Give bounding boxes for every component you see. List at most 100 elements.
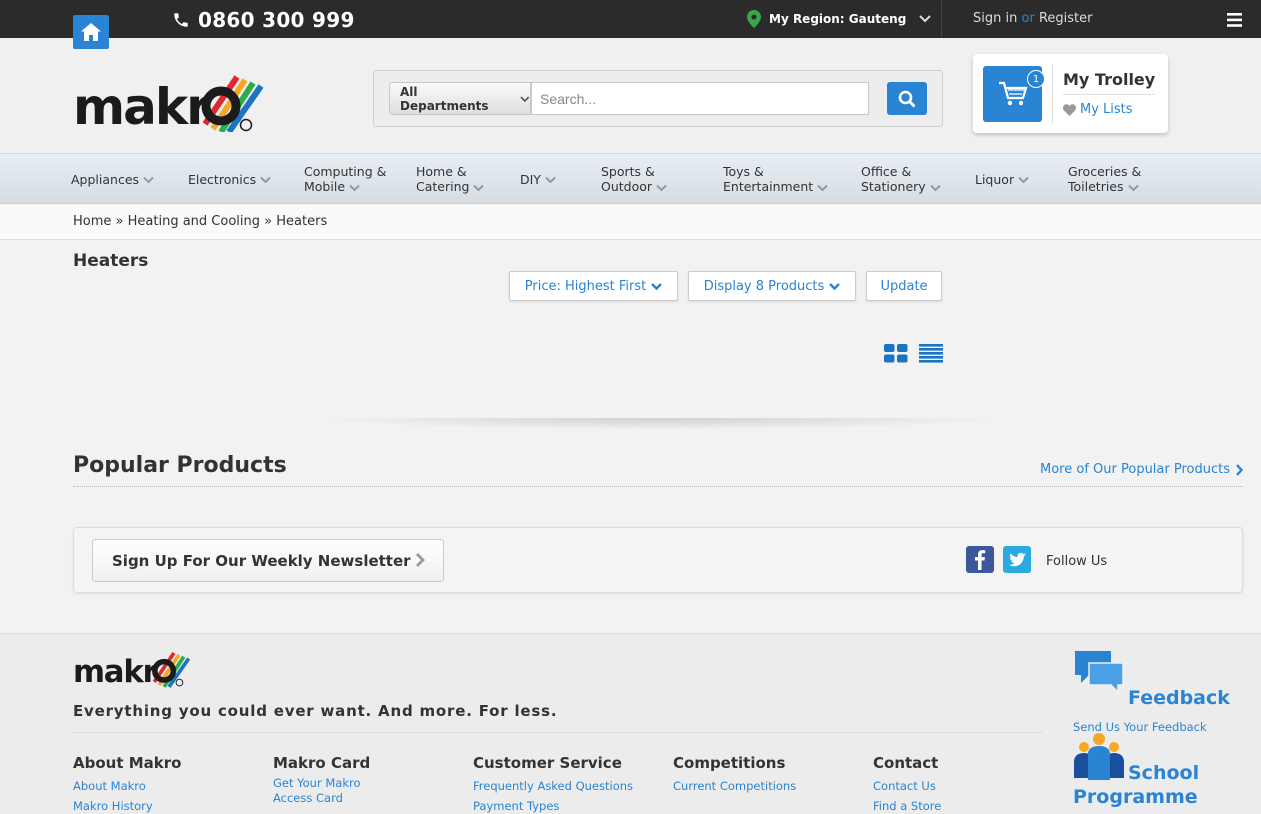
search-icon [898, 90, 916, 107]
list-view-button[interactable] [919, 344, 943, 367]
nav-label: Computing & [304, 164, 387, 179]
nav-item-electronics[interactable]: Electronics [188, 154, 271, 204]
footer-col-about: About Makro About Makro Makro History [73, 754, 263, 814]
school-programme-block[interactable]: School Programme [1073, 732, 1199, 808]
display-count-select[interactable]: Display 8 Products [688, 271, 856, 301]
nav-label: Appliances [71, 171, 140, 187]
follow-us-label: Follow Us [1046, 554, 1108, 569]
makro-logo-icon: makr [73, 75, 264, 136]
nav-label: Stationery [861, 179, 926, 194]
nav-item-office-stationery[interactable]: Office & Stationery [861, 154, 941, 204]
search-bar: All Departments [373, 70, 943, 127]
phone-contact[interactable]: 0860 300 999 [172, 8, 355, 32]
social-links: Follow Us [966, 546, 1107, 577]
update-button[interactable]: Update [866, 271, 942, 301]
popular-products-title: Popular Products [73, 453, 287, 478]
facebook-icon [966, 546, 994, 573]
page-title: Heaters [73, 251, 149, 271]
my-trolley-link[interactable]: My Trolley [1063, 70, 1155, 89]
school-title: School [1128, 762, 1200, 784]
breadcrumb-separator: » [264, 214, 273, 229]
facebook-link[interactable] [966, 546, 994, 577]
footer-makro-logo[interactable]: makr [73, 650, 193, 692]
search-button[interactable] [887, 82, 927, 115]
nav-label: Home & [416, 164, 467, 179]
newsletter-bar: Sign Up For Our Weekly Newsletter Follow… [73, 527, 1243, 593]
breadcrumb-home[interactable]: Home [73, 214, 111, 229]
more-popular-label: More of Our Popular Products [1040, 462, 1230, 477]
cart-count-badge: 1 [1027, 70, 1045, 88]
grid-view-button[interactable] [884, 344, 908, 367]
header: makr All Departments 1 My Trolley [0, 38, 1261, 154]
nav-item-toys-entertainment[interactable]: Toys & Entertainment [723, 154, 828, 204]
divider [1052, 64, 1053, 124]
chevron-down-icon [1018, 176, 1029, 184]
footer-link[interactable]: About Makro [73, 776, 263, 796]
sort-select[interactable]: Price: Highest First [509, 271, 678, 301]
feedback-block[interactable]: Feedback Send Us Your Feedback [1073, 649, 1230, 734]
breadcrumb-heating-cooling[interactable]: Heating and Cooling [128, 214, 260, 229]
chevron-down-icon [817, 184, 828, 191]
nav-item-liquor[interactable]: Liquor [975, 154, 1029, 204]
chevron-down-icon [520, 95, 530, 102]
home-button[interactable] [73, 15, 109, 49]
chevron-down-icon [473, 184, 485, 191]
svg-text:makr: makr [73, 78, 211, 132]
divider [73, 486, 1243, 487]
twitter-icon [1003, 546, 1031, 573]
menu-button[interactable] [1227, 12, 1242, 31]
region-selector[interactable]: My Region: Gauteng [745, 0, 942, 38]
heart-icon [1063, 103, 1076, 116]
auth-links: Sign in or Register [973, 11, 1092, 26]
register-link[interactable]: Register [1039, 11, 1093, 26]
chevron-right-icon [1236, 463, 1243, 476]
breadcrumb: Home » Heating and Cooling » Heaters [73, 214, 327, 229]
my-lists-link[interactable]: My Lists [1063, 102, 1133, 117]
nav-label: Catering [416, 179, 470, 194]
footer-col-title: Competitions [673, 754, 786, 772]
footer-col-makro-card: Makro Card Get Your Makro Access Card [273, 754, 463, 806]
nav-label: Electronics [188, 171, 257, 187]
footer-link[interactable]: Contact Us [873, 776, 1033, 796]
nav-item-diy[interactable]: DIY [520, 154, 556, 204]
nav-label: DIY [520, 171, 541, 187]
chevron-down-icon [349, 184, 360, 191]
footer-link[interactable]: Get Your Makro Access Card [273, 776, 373, 806]
divider [73, 732, 1043, 733]
footer-col-title: Makro Card [273, 754, 371, 772]
nav-label: Toiletries [1068, 179, 1124, 194]
feedback-title: Feedback [1128, 687, 1230, 709]
nav-label: Outdoor [601, 179, 653, 194]
section-divider [310, 418, 1010, 430]
search-input[interactable] [531, 82, 869, 115]
nav-label: Office & [861, 164, 912, 179]
footer-link[interactable]: Current Competitions [673, 776, 863, 796]
nav-item-computing-mobile[interactable]: Computing & Mobile [304, 154, 386, 204]
footer-col-title: Contact [873, 754, 939, 772]
newsletter-signup-button[interactable]: Sign Up For Our Weekly Newsletter [92, 539, 444, 582]
footer-tagline: Everything you could ever want. And more… [73, 702, 558, 720]
footer-col-title: Customer Service [473, 754, 622, 772]
update-label: Update [880, 278, 928, 294]
nav-item-appliances[interactable]: Appliances [71, 154, 154, 204]
trolley-panel: 1 My Trolley My Lists [973, 54, 1168, 133]
display-label: Display 8 Products [703, 278, 825, 294]
newsletter-label: Sign Up For Our Weekly Newsletter [112, 551, 411, 570]
footer-link[interactable]: Payment Types [473, 796, 663, 814]
footer-link[interactable]: Frequently Asked Questions [473, 776, 663, 796]
chevron-down-icon [656, 184, 667, 191]
footer-link[interactable]: Find a Store [873, 796, 1033, 814]
trolley-button[interactable]: 1 [983, 66, 1045, 122]
sign-in-link[interactable]: Sign in [973, 11, 1017, 26]
department-label: All Departments [400, 84, 489, 113]
makro-logo[interactable]: makr [73, 74, 268, 136]
department-select[interactable]: All Departments [389, 82, 531, 115]
nav-label: Liquor [975, 171, 1015, 187]
more-popular-products-link[interactable]: More of Our Popular Products [1040, 462, 1243, 477]
nav-item-home-catering[interactable]: Home & Catering [416, 154, 485, 204]
footer-link[interactable]: Makro History [73, 796, 263, 814]
nav-item-groceries-toiletries[interactable]: Groceries & Toiletries [1068, 154, 1141, 204]
or-text: or [1021, 11, 1035, 26]
twitter-link[interactable] [1003, 546, 1031, 577]
nav-item-sports-outdoor[interactable]: Sports & Outdoor [601, 154, 667, 204]
